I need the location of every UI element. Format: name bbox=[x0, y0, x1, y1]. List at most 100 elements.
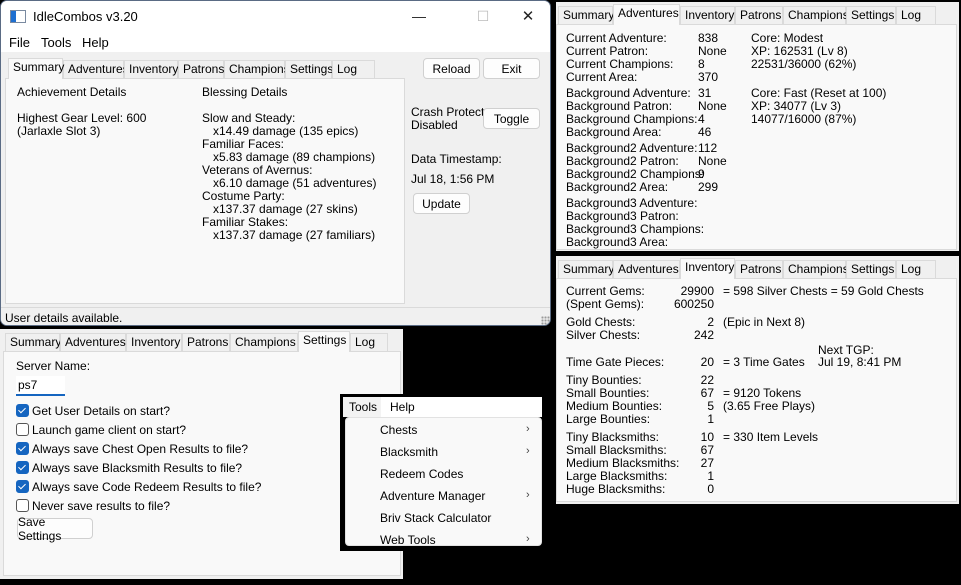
popup-menu-bar: Tools Help bbox=[343, 397, 542, 417]
chevron-right-icon: › bbox=[526, 489, 530, 501]
tab-champions[interactable]: Champions bbox=[783, 6, 849, 24]
background-area-value: 46 bbox=[698, 125, 712, 139]
tab-settings[interactable]: Settings bbox=[298, 331, 350, 352]
menu-item-web-tools[interactable]: Web Tools bbox=[380, 533, 436, 547]
save-code-results-checkbox[interactable] bbox=[16, 480, 29, 493]
title-bar[interactable]: IdleCombos v3.20 — ☐ ✕ bbox=[1, 1, 550, 32]
resize-grip-icon[interactable] bbox=[541, 316, 550, 325]
update-button[interactable]: Update bbox=[413, 193, 470, 214]
blessing-detail: x137.37 damage (27 familiars) bbox=[213, 228, 376, 242]
adventures-tab-strip: Summary Adventures Inventory Patrons Cha… bbox=[558, 4, 938, 25]
tab-inventory[interactable]: Inventory bbox=[680, 6, 735, 24]
tab-settings[interactable]: Settings bbox=[846, 6, 896, 24]
minimize-icon[interactable]: — bbox=[399, 5, 439, 27]
tab-settings[interactable]: Settings bbox=[846, 260, 896, 278]
save-blacksmith-results-checkbox[interactable] bbox=[16, 461, 29, 474]
time-gate-pieces-label: Time Gate Pieces: bbox=[566, 355, 665, 369]
tab-log[interactable]: Log bbox=[350, 333, 388, 351]
reload-button[interactable]: Reload bbox=[423, 58, 480, 79]
small-bounties-value: 67 bbox=[700, 386, 714, 400]
tab-inventory[interactable]: Inventory bbox=[126, 333, 182, 351]
tab-settings[interactable]: Settings bbox=[285, 60, 333, 78]
tab-patrons[interactable]: Patrons bbox=[735, 6, 783, 24]
adventures-window: Summary Adventures Inventory Patrons Cha… bbox=[556, 2, 959, 251]
tab-log[interactable]: Log bbox=[332, 60, 375, 78]
huge-blacksmiths-label: Huge Blacksmiths: bbox=[566, 482, 666, 496]
menu-bar: File Tools Help bbox=[1, 32, 550, 52]
background-area-label: Background Area: bbox=[566, 125, 662, 139]
crash-protect-status: Disabled bbox=[411, 118, 458, 132]
background-progress-note: 14077/16000 (87%) bbox=[751, 112, 857, 126]
save-blacksmith-results-label: Always save Blacksmith Results to file? bbox=[32, 461, 243, 475]
launch-client-label: Launch game client on start? bbox=[32, 423, 187, 437]
epic-pity-note: (Epic in Next 8) bbox=[723, 315, 806, 329]
toggle-button[interactable]: Toggle bbox=[483, 108, 540, 129]
tab-patrons[interactable]: Patrons bbox=[735, 260, 783, 278]
medium-blacksmiths-value: 27 bbox=[700, 456, 714, 470]
tab-champions[interactable]: Champions bbox=[230, 333, 298, 351]
menu-tools[interactable]: Tools bbox=[41, 35, 71, 50]
app-icon bbox=[10, 10, 26, 23]
never-save-checkbox[interactable] bbox=[16, 499, 29, 512]
tab-adventures[interactable]: Adventures bbox=[63, 60, 129, 78]
current-area-label: Current Area: bbox=[566, 70, 638, 84]
large-blacksmiths-value: 1 bbox=[707, 469, 714, 483]
tab-summary[interactable]: Summary bbox=[558, 260, 614, 278]
menu-item-chests[interactable]: Chests bbox=[380, 423, 417, 437]
settings-tab-strip: Summary Adventures Inventory Patrons Cha… bbox=[5, 331, 388, 352]
item-levels-note: = 330 Item Levels bbox=[723, 430, 819, 444]
tab-patrons[interactable]: Patrons bbox=[182, 333, 230, 351]
tab-patrons[interactable]: Patrons bbox=[178, 60, 224, 78]
menu-item-briv-stack-calculator[interactable]: Briv Stack Calculator bbox=[380, 511, 491, 525]
menu-file[interactable]: File bbox=[9, 35, 30, 50]
status-text: User details available. bbox=[5, 311, 123, 325]
exit-button[interactable]: Exit bbox=[483, 58, 540, 79]
huge-blacksmiths-value: 0 bbox=[707, 482, 714, 496]
adventures-panel: Current Adventure: Current Patron: Curre… bbox=[556, 24, 957, 250]
tools-menu-popup: Tools Help Chests › Blacksmith › Redeem … bbox=[340, 394, 546, 551]
tab-inventory[interactable]: Inventory bbox=[680, 258, 735, 279]
close-icon[interactable]: ✕ bbox=[508, 5, 548, 27]
tab-summary[interactable]: Summary bbox=[558, 6, 614, 24]
tab-log[interactable]: Log bbox=[896, 6, 936, 24]
large-bounties-label: Large Bounties: bbox=[566, 412, 651, 426]
inventory-window: Summary Adventures Inventory Patrons Cha… bbox=[556, 256, 959, 504]
tab-champions[interactable]: Champions bbox=[783, 260, 849, 278]
silver-chests-value: 242 bbox=[693, 328, 714, 342]
current-area-value: 370 bbox=[698, 70, 719, 84]
background2-area-value: 299 bbox=[698, 180, 719, 194]
save-chest-results-checkbox[interactable] bbox=[16, 442, 29, 455]
save-settings-button[interactable]: Save Settings bbox=[17, 515, 93, 543]
server-name-input[interactable] bbox=[16, 376, 65, 396]
tools-dropdown: Chests › Blacksmith › Redeem Codes Adven… bbox=[345, 417, 542, 547]
tab-adventures[interactable]: Adventures bbox=[613, 4, 680, 25]
maximize-icon[interactable]: ☐ bbox=[463, 5, 503, 27]
tab-adventures[interactable]: Adventures bbox=[613, 260, 680, 278]
current-progress-note: 22531/36000 (62%) bbox=[751, 57, 857, 71]
inventory-tab-strip: Summary Adventures Inventory Patrons Cha… bbox=[558, 258, 938, 279]
timestamp-label: Data Timestamp: bbox=[411, 152, 502, 166]
tab-summary[interactable]: Summary bbox=[8, 58, 64, 79]
tab-adventures[interactable]: Adventures bbox=[60, 333, 126, 351]
inventory-panel: Current Gems: (Spent Gems): 29900 600250… bbox=[556, 278, 957, 502]
summary-panel: Achievement Details Highest Gear Level: … bbox=[5, 78, 405, 304]
launch-client-checkbox[interactable] bbox=[16, 423, 29, 436]
save-code-results-label: Always save Code Redeem Results to file? bbox=[32, 480, 262, 494]
menu-item-redeem-codes[interactable]: Redeem Codes bbox=[380, 467, 463, 481]
menu-tools[interactable]: Tools bbox=[349, 400, 377, 414]
tab-summary[interactable]: Summary bbox=[5, 333, 61, 351]
menu-help[interactable]: Help bbox=[390, 400, 415, 414]
tab-inventory[interactable]: Inventory bbox=[124, 60, 178, 78]
main-tab-strip: Summary Adventures Inventory Patrons Cha… bbox=[8, 58, 388, 79]
menu-item-blacksmith[interactable]: Blacksmith bbox=[380, 445, 438, 459]
main-window: IdleCombos v3.20 — ☐ ✕ File Tools Help S… bbox=[0, 0, 551, 326]
menu-item-adventure-manager[interactable]: Adventure Manager bbox=[380, 489, 485, 503]
status-bar: User details available. bbox=[1, 307, 550, 325]
tab-log[interactable]: Log bbox=[896, 260, 936, 278]
tab-champions[interactable]: Champions bbox=[224, 60, 290, 78]
get-user-details-checkbox[interactable] bbox=[16, 404, 29, 417]
blessing-heading: Blessing Details bbox=[202, 85, 288, 99]
menu-help[interactable]: Help bbox=[82, 35, 109, 50]
server-name-label: Server Name: bbox=[16, 359, 91, 373]
large-bounties-value: 1 bbox=[707, 412, 714, 426]
